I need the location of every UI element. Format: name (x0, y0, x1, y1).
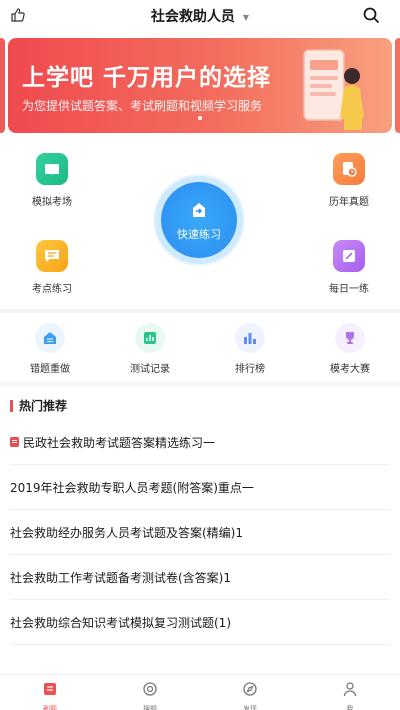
document-tag-icon (10, 437, 19, 447)
feature-mock-exam[interactable]: 模拟考场 (12, 153, 92, 208)
ranking-bars-icon (235, 323, 265, 353)
shortcut-label: 模考大赛 (330, 364, 370, 375)
shortcut-ranking[interactable]: 排行榜 (210, 323, 290, 375)
user-icon (343, 682, 357, 697)
feature-label: 模拟考场 (32, 197, 72, 208)
banner-subtitle: 为您提供试题答案、考试刷题和视频学习服务 (22, 99, 263, 113)
list-item[interactable]: 社会救助综合知识考试模拟复习测试题(1) (10, 600, 390, 645)
page-title: 社会救助人员 (150, 9, 235, 25)
shortcut-wrong-redo[interactable]: 错题重做 (10, 323, 90, 375)
tab-home[interactable]: 刷题 (20, 681, 80, 710)
section-divider (0, 382, 400, 386)
tab-label: 搜题 (143, 705, 157, 710)
tab-me[interactable]: 我 (320, 681, 380, 710)
list-item-title: 社会救助综合知识考试模拟复习测试题(1) (10, 615, 231, 630)
quick-practice-label: 快速练习 (177, 228, 221, 241)
list-item-title: 社会救助经办服务人员考试题及答案(精编)1 (10, 525, 243, 540)
hot-list: 民政社会救助考试题答案精选练习一 2019年社会救助专职人员考题(附答案)重点一… (10, 420, 390, 645)
shortcut-mock-contest[interactable]: 模考大赛 (310, 323, 390, 375)
list-item-title: 民政社会救助考试题答案精选练习一 (23, 435, 216, 450)
chat-bubble-icon (36, 240, 68, 272)
tab-discover[interactable]: 发现 (220, 681, 280, 710)
login-arrow-icon (193, 203, 205, 217)
swap-doc-icon (35, 323, 65, 353)
promo-banner[interactable]: 上学吧 千万用户的选择 为您提供试题答案、考试刷题和视频学习服务 (8, 38, 392, 133)
tab-label: 发现 (243, 705, 257, 710)
shortcut-label: 排行榜 (235, 364, 265, 375)
tab-label: 刷题 (43, 705, 57, 710)
banner-title: 上学吧 千万用户的选择 (22, 65, 272, 91)
banner-page-indicator (198, 116, 202, 120)
trophy-icon (335, 323, 365, 353)
banner-next-peek (395, 38, 400, 133)
list-item-title: 社会救助工作考试题备考测试卷(含答案)1 (10, 570, 231, 585)
list-item[interactable]: 民政社会救助考试题答案精选练习一 (10, 420, 390, 465)
tab-label: 我 (346, 705, 354, 710)
bottom-tab-bar: 刷题 搜题 发现 我 (0, 674, 400, 710)
feature-label: 每日一练 (329, 284, 369, 295)
feature-point-practice[interactable]: 考点练习 (12, 240, 92, 295)
search-icon[interactable] (362, 6, 380, 24)
shortcut-test-records[interactable]: 测试记录 (110, 323, 190, 375)
practice-icon (44, 683, 56, 695)
banner-prev-peek (0, 38, 5, 133)
feature-daily-practice[interactable]: 每日一练 (309, 240, 389, 295)
list-item[interactable]: 社会救助经办服务人员考试题及答案(精编)1 (10, 510, 390, 555)
chevron-down-icon: ▼ (242, 12, 250, 22)
bar-chart-icon (135, 323, 165, 353)
feature-label: 考点练习 (32, 284, 72, 295)
shortcut-label: 测试记录 (130, 364, 170, 375)
section-divider (0, 309, 400, 313)
feature-past-papers[interactable]: 历年真题 (309, 153, 389, 208)
top-bar: 社会救助人员 ▼ (0, 0, 400, 32)
book-icon (36, 153, 68, 185)
hot-section-title: 热门推荐 (10, 400, 67, 412)
phone-student-illustration (303, 49, 364, 130)
document-clock-icon (333, 153, 365, 185)
feature-label: 历年真题 (329, 197, 369, 208)
list-item[interactable]: 2019年社会救助专职人员考题(附答案)重点一 (10, 465, 390, 510)
exam-category-selector[interactable]: 社会救助人员 ▼ (0, 6, 400, 26)
at-search-icon (143, 682, 157, 696)
quick-practice-button[interactable]: 快速练习 (161, 182, 237, 258)
list-item-title: 2019年社会救助专职人员考题(附答案)重点一 (10, 480, 254, 495)
shortcut-label: 错题重做 (30, 364, 70, 375)
list-item[interactable]: 社会救助工作考试题备考测试卷(含答案)1 (10, 555, 390, 600)
compass-icon (243, 682, 257, 696)
edit-note-icon (333, 240, 365, 272)
tab-search[interactable]: 搜题 (120, 681, 180, 710)
